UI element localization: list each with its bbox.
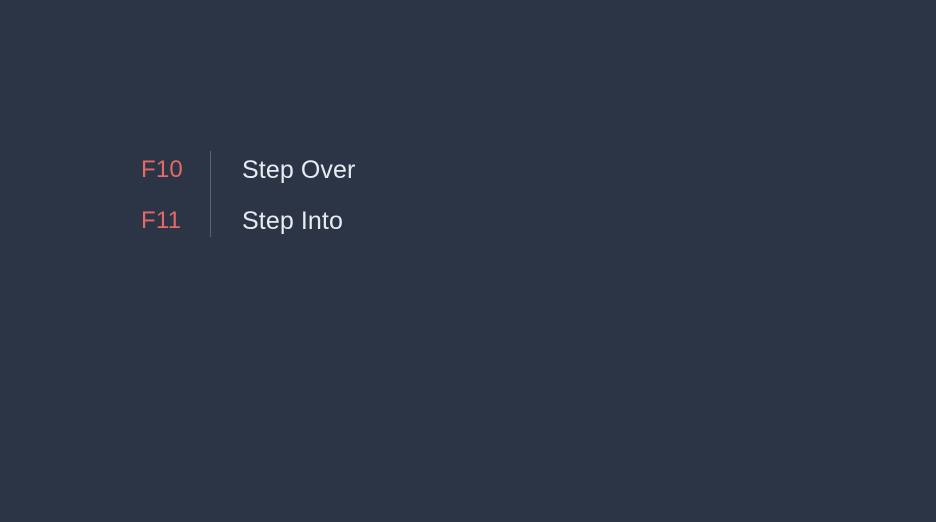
- shortcut-action-step-over: Step Over: [242, 156, 356, 184]
- shortcut-key-f10: F10: [141, 156, 183, 183]
- shortcut-action-step-into: Step Into: [242, 207, 343, 235]
- shortcut-list: F10 Step Over F11 Step Into: [0, 0, 936, 522]
- shortcut-key-f11: F11: [141, 207, 182, 234]
- column-divider: [210, 151, 211, 237]
